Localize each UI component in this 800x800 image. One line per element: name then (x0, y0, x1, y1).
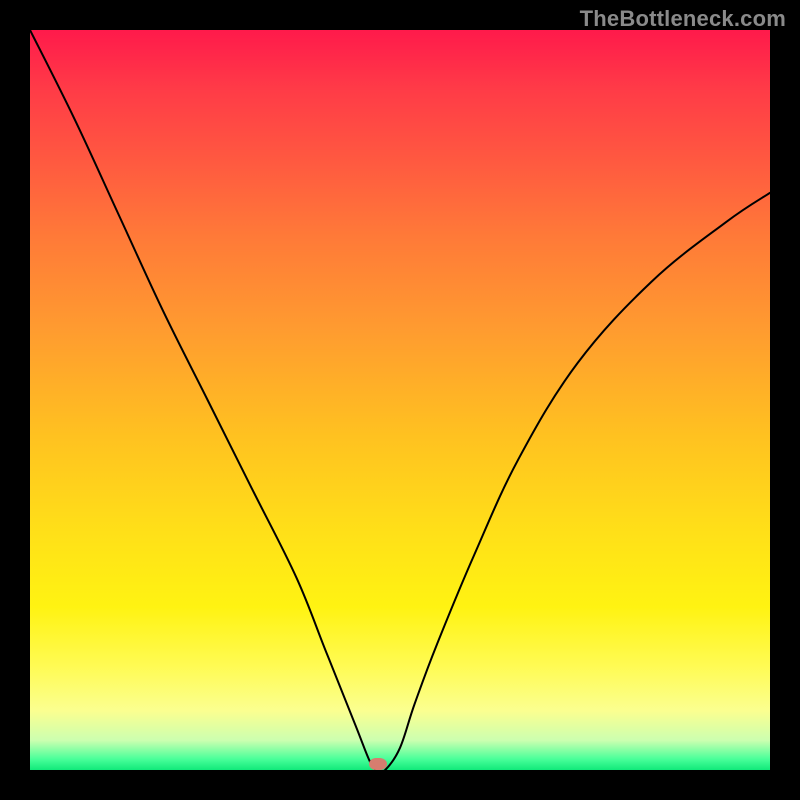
minimum-marker (369, 758, 387, 770)
bottleneck-curve (30, 30, 770, 770)
plot-area (30, 30, 770, 770)
curve-svg (30, 30, 770, 770)
chart-frame: TheBottleneck.com (0, 0, 800, 800)
watermark-text: TheBottleneck.com (580, 6, 786, 32)
